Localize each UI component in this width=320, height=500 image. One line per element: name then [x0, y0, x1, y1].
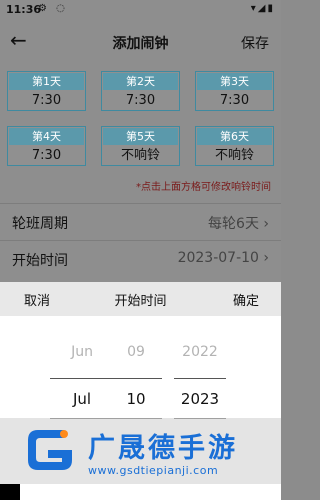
day-time: 不响铃 — [214, 148, 254, 163]
watermark-url: www.gsdtiepianji.com — [88, 464, 219, 477]
day-card[interactable]: 第1天 7:30 — [7, 71, 86, 111]
day-time: 7:30 — [219, 93, 250, 108]
day-label: 第6天 — [197, 128, 272, 145]
status-bar: 11:36 ⚙ ◌ ▾◢▮ — [0, 0, 281, 20]
cycle-label: 轮班周期 — [12, 216, 68, 232]
day-card[interactable]: 第4天 7:30 — [7, 126, 86, 166]
start-time-label: 开始时间 — [12, 253, 68, 269]
day-time: 7:30 — [125, 93, 156, 108]
page-title: 添加闹钟 — [112, 36, 169, 52]
month-selected: Jul — [72, 390, 92, 408]
confirm-button[interactable]: 确定 — [233, 290, 259, 309]
day-selected: 10 — [126, 390, 146, 408]
cycle-value: 每轮6天 › — [208, 216, 269, 232]
day-label: 第4天 — [9, 128, 84, 145]
divider — [50, 378, 114, 379]
day-card[interactable]: 第6天 不响铃 — [195, 126, 274, 166]
month-prev: Jun — [71, 344, 93, 360]
day-time: 不响铃 — [120, 148, 160, 163]
day-time: 7:30 — [31, 93, 62, 108]
corner-block — [0, 484, 20, 500]
day-time: 7:30 — [31, 148, 62, 163]
year-selected: 2023 — [180, 390, 220, 408]
brand-logo-icon — [28, 430, 72, 470]
watermark: 广晟德手游 www.gsdtiepianji.com — [0, 418, 281, 500]
day-label: 第1天 — [9, 73, 84, 90]
start-time-row[interactable]: 开始时间 2023-07-10 › — [0, 240, 281, 276]
nav-bar: ← 添加闹钟 保存 — [0, 22, 281, 62]
alarm-screen: 11:36 ⚙ ◌ ▾◢▮ ← 添加闹钟 保存 第1天 7:30 第2天 7:3… — [0, 0, 281, 282]
hint-text: *点击上面方格可修改响铃时间 — [136, 182, 271, 193]
save-button[interactable]: 保存 — [241, 33, 269, 53]
day-card[interactable]: 第5天 不响铃 — [101, 126, 180, 166]
day-prev: 09 — [127, 344, 145, 360]
day-label: 第5天 — [103, 128, 178, 145]
start-time-value: 2023-07-10 › — [177, 250, 269, 266]
watermark-brand: 广晟德手游 — [88, 433, 238, 464]
status-time: 11:36 — [6, 3, 42, 16]
day-label: 第2天 — [103, 73, 178, 90]
cycle-row[interactable]: 轮班周期 每轮6天 › — [0, 203, 281, 239]
day-card[interactable]: 第2天 7:30 — [101, 71, 180, 111]
signal-battery-icon: ▾◢▮ — [250, 3, 275, 14]
year-prev: 2022 — [182, 344, 218, 360]
day-card[interactable]: 第3天 7:30 — [195, 71, 274, 111]
picker-header: 取消 开始时间 确定 — [0, 282, 281, 316]
day-label: 第3天 — [197, 73, 272, 90]
settings-icon: ⚙ ◌ — [38, 3, 68, 14]
divider — [174, 378, 226, 379]
divider — [110, 378, 162, 379]
